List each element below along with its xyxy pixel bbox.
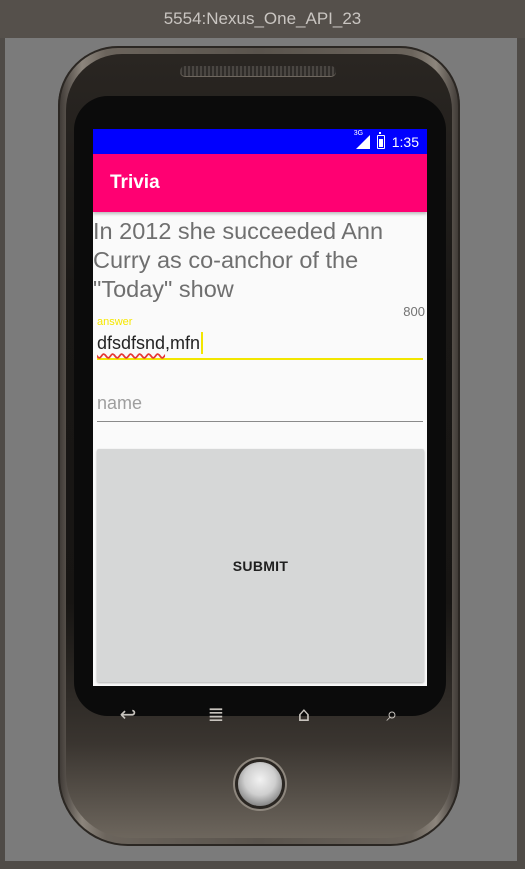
app-toolbar: Trivia	[93, 154, 427, 212]
status-bar: 3G 1:35	[93, 129, 427, 154]
answer-input[interactable]: dfsdfsnd,mfn	[97, 328, 423, 360]
answer-misspelled-text: dfsdfsnd	[97, 332, 166, 353]
question-text: In 2012 she succeeded Ann Curry as co-an…	[93, 218, 384, 302]
app-title: Trivia	[110, 172, 160, 193]
hardware-nav-keys: ↩ ≣ ⌂ ⌕	[100, 698, 420, 730]
name-input[interactable]: name	[97, 380, 423, 422]
submit-button[interactable]: SUBMIT	[97, 449, 424, 682]
answer-rest-text: ,mfn	[165, 332, 201, 353]
status-clock: 1:35	[391, 133, 419, 150]
back-key-icon[interactable]: ↩	[114, 702, 142, 726]
cell-signal-icon: 3G	[354, 130, 370, 149]
home-key-icon[interactable]: ⌂	[290, 702, 318, 726]
emulator-window-title: 5554:Nexus_One_API_23	[0, 0, 525, 38]
device-screen: 3G 1:35 Trivia In 2012 she succeeded Ann…	[93, 129, 427, 686]
name-placeholder: name	[97, 393, 143, 413]
trackball-button[interactable]	[238, 762, 282, 806]
text-cursor	[201, 332, 204, 354]
menu-key-icon[interactable]: ≣	[202, 702, 230, 726]
answer-label: answer	[97, 316, 133, 328]
network-type-label: 3G	[353, 129, 364, 137]
search-key-icon[interactable]: ⌕	[378, 702, 406, 726]
answer-field-container: answer dfsdfsnd,mfn name	[97, 316, 423, 422]
earpiece-speaker	[180, 66, 336, 76]
battery-icon	[376, 131, 385, 149]
